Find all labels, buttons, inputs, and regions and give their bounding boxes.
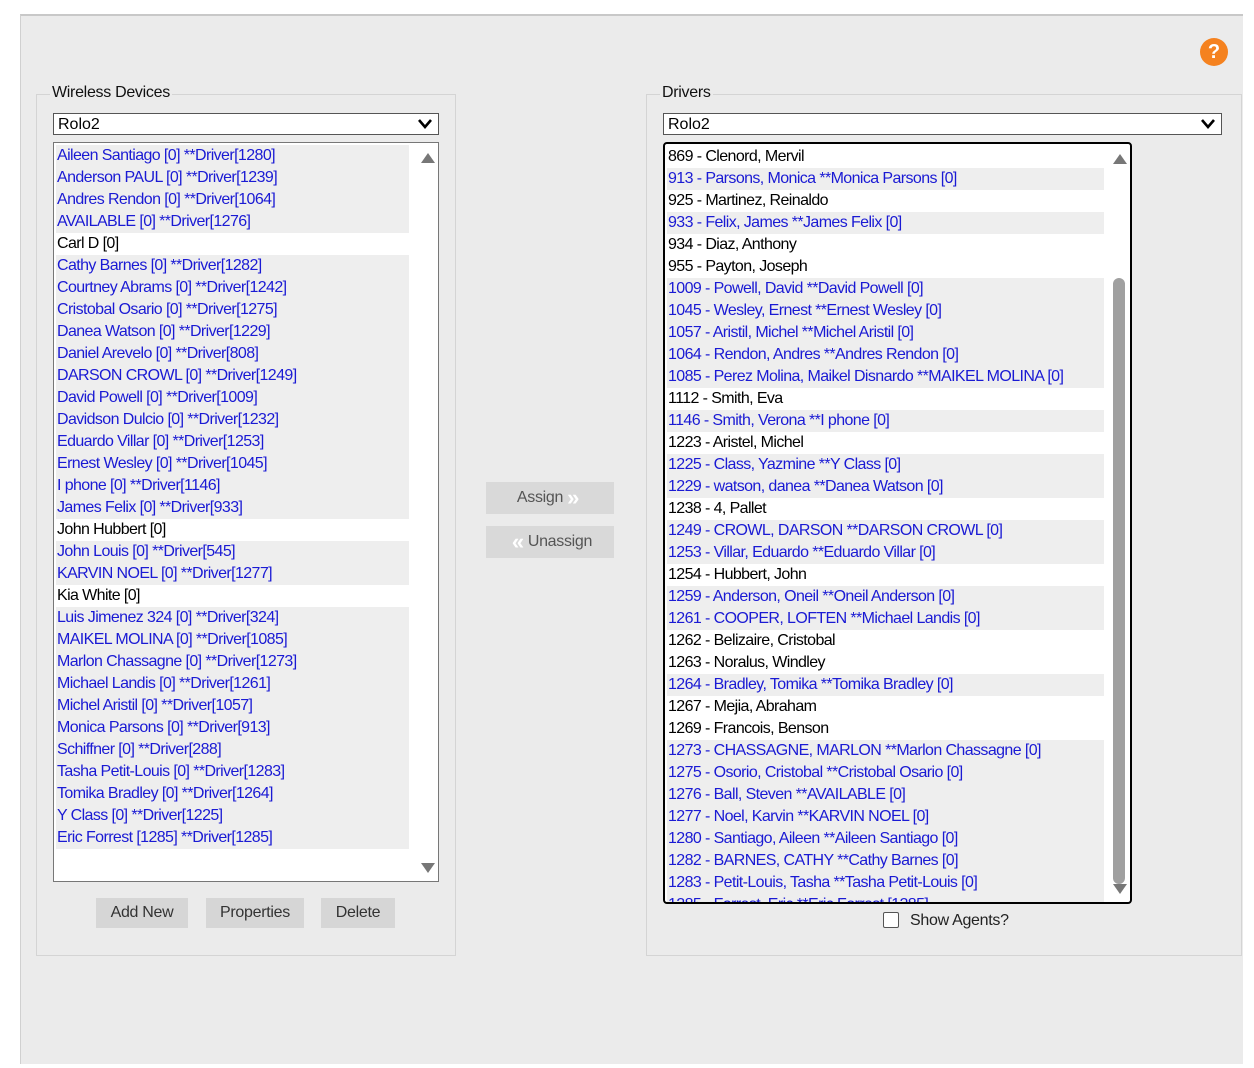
list-item[interactable]: 1285 - Forrest, Eric **Eric Forrest [128… <box>667 894 1104 902</box>
scroll-down-icon[interactable] <box>1113 884 1127 894</box>
list-item[interactable]: 913 - Parsons, Monica **Monica Parsons [… <box>667 168 1104 190</box>
chevron-down-icon <box>418 119 432 129</box>
list-item[interactable]: Tomika Bradley [0] **Driver[1264] <box>56 783 409 805</box>
list-item[interactable]: 1085 - Perez Molina, Maikel Disnardo **M… <box>667 366 1104 388</box>
list-item[interactable]: Cathy Barnes [0] **Driver[1282] <box>56 255 409 277</box>
list-item[interactable]: Courtney Abrams [0] **Driver[1242] <box>56 277 409 299</box>
list-item[interactable]: DARSON CROWL [0] **Driver[1249] <box>56 365 409 387</box>
drivers-list[interactable]: 869 - Clenord, Mervil 913 - Parsons, Moni… <box>663 142 1132 904</box>
scroll-down-icon[interactable] <box>421 863 435 873</box>
wireless-devices-title: Wireless Devices <box>50 84 172 102</box>
list-item[interactable]: Eduardo Villar [0] **Driver[1253] <box>56 431 409 453</box>
list-item[interactable]: Davidson Dulcio [0] **Driver[1232] <box>56 409 409 431</box>
help-icon[interactable]: ? <box>1200 38 1228 66</box>
list-item[interactable]: 1275 - Osorio, Cristobal **Cristobal Osa… <box>667 762 1104 784</box>
list-item[interactable]: Schiffner [0] **Driver[288] <box>56 739 409 761</box>
list-item[interactable]: 1264 - Bradley, Tomika **Tomika Bradley … <box>667 674 1104 696</box>
list-item[interactable]: 1057 - Aristil, Michel **Michel Aristil … <box>667 322 1104 344</box>
unassign-label: Unassign <box>527 533 593 550</box>
show-agents-label: Show Agents? <box>910 912 1009 929</box>
list-item[interactable]: 1229 - watson, danea **Danea Watson [0] <box>667 476 1104 498</box>
list-item[interactable]: Kia White [0] <box>56 585 409 607</box>
list-item[interactable]: Danea Watson [0] **Driver[1229] <box>56 321 409 343</box>
list-item[interactable]: Monica Parsons [0] **Driver[913] <box>56 717 409 739</box>
list-item[interactable]: 1045 - Wesley, Ernest **Ernest Wesley [0… <box>667 300 1104 322</box>
list-item[interactable]: 869 - Clenord, Mervil <box>667 146 1104 168</box>
list-item[interactable]: Aileen Santiago [0] **Driver[1280] <box>56 145 409 167</box>
list-item[interactable]: Ernest Wesley [0] **Driver[1045] <box>56 453 409 475</box>
list-item[interactable]: Andres Rendon [0] **Driver[1064] <box>56 189 409 211</box>
list-item[interactable]: I phone [0] **Driver[1146] <box>56 475 409 497</box>
drivers-title: Drivers <box>660 84 713 102</box>
list-item[interactable]: 1277 - Noel, Karvin **KARVIN NOEL [0] <box>667 806 1104 828</box>
list-item[interactable]: 1146 - Smith, Verona **I phone [0] <box>667 410 1104 432</box>
list-item[interactable]: 1064 - Rendon, Andres **Andres Rendon [0… <box>667 344 1104 366</box>
list-item[interactable]: 1269 - Francois, Benson <box>667 718 1104 740</box>
list-item[interactable]: 955 - Payton, Joseph <box>667 256 1104 278</box>
wireless-group-selected: Rolo2 <box>58 116 100 133</box>
list-item[interactable]: 925 - Martinez, Reinaldo <box>667 190 1104 212</box>
list-item[interactable]: Y Class [0] **Driver[1225] <box>56 805 409 827</box>
scroll-up-icon[interactable] <box>421 153 435 163</box>
list-item[interactable]: James Felix [0] **Driver[933] <box>56 497 409 519</box>
list-item[interactable]: 1261 - COOPER, LOFTEN **Michael Landis [… <box>667 608 1104 630</box>
list-item[interactable]: AVAILABLE [0] **Driver[1276] <box>56 211 409 233</box>
list-item[interactable]: 1259 - Anderson, Oneil **Oneil Anderson … <box>667 586 1104 608</box>
assign-label: Assign <box>516 489 564 506</box>
wireless-group-select[interactable]: Rolo2 <box>53 113 439 135</box>
add-new-button[interactable]: Add New <box>96 898 188 928</box>
list-item[interactable]: Marlon Chassagne [0] **Driver[1273] <box>56 651 409 673</box>
list-item[interactable]: 1009 - Powell, David **David Powell [0] <box>667 278 1104 300</box>
list-item[interactable]: 1280 - Santiago, Aileen **Aileen Santiag… <box>667 828 1104 850</box>
drivers-group-select[interactable]: Rolo2 <box>663 113 1222 135</box>
list-item[interactable]: Luis Jimenez 324 [0] **Driver[324] <box>56 607 409 629</box>
list-item[interactable]: Tasha Petit-Louis [0] **Driver[1283] <box>56 761 409 783</box>
list-item[interactable]: Carl D [0] <box>56 233 409 255</box>
list-item[interactable]: 1273 - CHASSAGNE, MARLON **Marlon Chassa… <box>667 740 1104 762</box>
wireless-devices-list[interactable]: Aileen Santiago [0] **Driver[1280] Anders… <box>53 142 439 882</box>
list-item[interactable]: 1223 - Aristel, Michel <box>667 432 1104 454</box>
list-item[interactable]: John Louis [0] **Driver[545] <box>56 541 409 563</box>
list-item[interactable]: 1112 - Smith, Eva <box>667 388 1104 410</box>
list-item[interactable]: 1282 - BARNES, CATHY **Cathy Barnes [0] <box>667 850 1104 872</box>
list-item[interactable]: Eric Forrest [1285] **Driver[1285] <box>56 827 409 849</box>
list-item[interactable]: Cristobal Osario [0] **Driver[1275] <box>56 299 409 321</box>
list-item[interactable]: 1263 - Noralus, Windley <box>667 652 1104 674</box>
unassign-button[interactable]: « Unassign <box>486 526 614 558</box>
list-item[interactable]: 1254 - Hubbert, John <box>667 564 1104 586</box>
list-item[interactable]: 1262 - Belizaire, Cristobal <box>667 630 1104 652</box>
list-item[interactable]: 1267 - Mejia, Abraham <box>667 696 1104 718</box>
list-item[interactable]: 934 - Diaz, Anthony <box>667 234 1104 256</box>
double-chevron-right-icon: » <box>567 485 580 510</box>
list-item[interactable]: Daniel Arevelo [0] **Driver[808] <box>56 343 409 365</box>
scroll-up-icon[interactable] <box>1113 154 1127 164</box>
list-item[interactable]: 1249 - CROWL, DARSON **DARSON CROWL [0] <box>667 520 1104 542</box>
list-item[interactable]: 1253 - Villar, Eduardo **Eduardo Villar … <box>667 542 1104 564</box>
list-item[interactable]: KARVIN NOEL [0] **Driver[1277] <box>56 563 409 585</box>
wireless-scrollbar[interactable] <box>416 143 438 881</box>
list-item[interactable]: 1276 - Ball, Steven **AVAILABLE [0] <box>667 784 1104 806</box>
drivers-scrollbar[interactable] <box>1108 144 1130 902</box>
list-item[interactable]: MAIKEL MOLINA [0] **Driver[1085] <box>56 629 409 651</box>
delete-button[interactable]: Delete <box>321 898 395 928</box>
list-item[interactable]: David Powell [0] **Driver[1009] <box>56 387 409 409</box>
list-item[interactable]: 1238 - 4, Pallet <box>667 498 1104 520</box>
list-item[interactable]: 1225 - Class, Yazmine **Y Class [0] <box>667 454 1104 476</box>
list-item[interactable]: Michel Aristil [0] **Driver[1057] <box>56 695 409 717</box>
show-agents-checkbox[interactable] <box>883 912 899 928</box>
list-item[interactable]: 933 - Felix, James **James Felix [0] <box>667 212 1104 234</box>
double-chevron-left-icon: « <box>511 529 524 554</box>
list-item[interactable]: 1283 - Petit-Louis, Tasha **Tasha Petit-… <box>667 872 1104 894</box>
list-item[interactable]: Anderson PAUL [0] **Driver[1239] <box>56 167 409 189</box>
assign-button[interactable]: Assign » <box>486 482 614 514</box>
scroll-thumb[interactable] <box>1113 278 1125 884</box>
drivers-group-selected: Rolo2 <box>668 116 710 133</box>
chevron-down-icon <box>1201 119 1215 129</box>
properties-button[interactable]: Properties <box>206 898 304 928</box>
list-item[interactable]: John Hubbert [0] <box>56 519 409 541</box>
list-item[interactable]: Michael Landis [0] **Driver[1261] <box>56 673 409 695</box>
